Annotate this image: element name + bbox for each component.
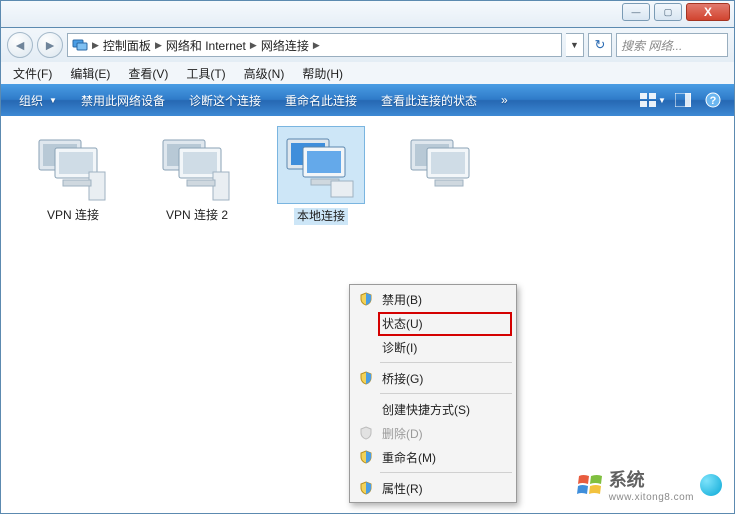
- content-area: VPN 连接 VPN 连接 2: [0, 116, 735, 514]
- close-button[interactable]: X: [686, 3, 730, 21]
- view-mode-button[interactable]: ▼: [640, 89, 666, 111]
- svg-text:?: ?: [710, 95, 717, 107]
- preview-pane-button[interactable]: [670, 89, 696, 111]
- menu-file[interactable]: 文件(F): [5, 63, 60, 84]
- connection-list: VPN 连接 VPN 连接 2: [1, 126, 734, 228]
- chevron-down-icon: ▼: [49, 96, 57, 105]
- connection-icon: [29, 126, 117, 204]
- window-controls: — ▢ X: [622, 3, 730, 21]
- connection-icon: [153, 126, 241, 204]
- connection-icon: [401, 126, 489, 204]
- ctx-label: 状态(U): [382, 315, 423, 332]
- organize-button[interactable]: 组织 ▼: [9, 88, 67, 113]
- address-row: ◄ ► ▶ 控制面板 ▶ 网络和 Internet ▶ 网络连接 ▶ ▼ ↻ 搜…: [0, 28, 735, 62]
- ctx-disable[interactable]: 禁用(B): [352, 287, 514, 311]
- nav-forward-button[interactable]: ►: [37, 32, 63, 58]
- ctx-label: 诊断(I): [382, 339, 417, 356]
- title-bar: — ▢ X: [0, 0, 735, 28]
- rename-connection-button[interactable]: 重命名此连接: [275, 88, 367, 113]
- separator: [380, 472, 512, 473]
- ctx-label: 删除(D): [382, 425, 423, 442]
- history-dropdown-button[interactable]: ▼: [566, 33, 584, 57]
- connection-label: 本地连接: [294, 208, 348, 225]
- refresh-button[interactable]: ↻: [588, 33, 612, 57]
- ctx-label: 创建快捷方式(S): [382, 401, 470, 418]
- ctx-properties[interactable]: 属性(R): [352, 476, 514, 500]
- nav-back-button[interactable]: ◄: [7, 32, 33, 58]
- menu-tools[interactable]: 工具(T): [178, 63, 233, 84]
- breadcrumb-segment[interactable]: 网络连接: [259, 37, 311, 54]
- shield-icon: [358, 449, 374, 465]
- maximize-button[interactable]: ▢: [654, 3, 682, 21]
- list-item-selected[interactable]: 本地连接: [271, 126, 371, 228]
- separator: [380, 362, 512, 363]
- ctx-label: 桥接(G): [382, 370, 423, 387]
- watermark: 系统 www.xitong8.com: [577, 466, 722, 503]
- menu-view[interactable]: 查看(V): [120, 63, 176, 84]
- menu-edit[interactable]: 编辑(E): [62, 63, 118, 84]
- network-icon: [70, 37, 90, 53]
- menu-bar: 文件(F) 编辑(E) 查看(V) 工具(T) 高级(N) 帮助(H): [0, 62, 735, 84]
- breadcrumb[interactable]: ▶ 控制面板 ▶ 网络和 Internet ▶ 网络连接 ▶: [67, 33, 562, 57]
- chevron-right-icon: ▶: [90, 40, 101, 51]
- ctx-rename[interactable]: 重命名(M): [352, 445, 514, 469]
- ctx-label: 重命名(M): [382, 449, 436, 466]
- breadcrumb-segment[interactable]: 网络和 Internet: [164, 37, 248, 54]
- logo-ball-icon: [700, 474, 722, 496]
- watermark-brand: 系统: [609, 470, 645, 490]
- minimize-button[interactable]: —: [622, 3, 650, 21]
- ctx-status[interactable]: 状态(U): [352, 311, 514, 335]
- separator: [380, 393, 512, 394]
- ctx-bridge[interactable]: 桥接(G): [352, 366, 514, 390]
- chevron-right-icon: ▶: [311, 40, 322, 51]
- shield-icon: [358, 480, 374, 496]
- more-button[interactable]: »: [491, 89, 518, 111]
- windows-logo-icon: [577, 474, 603, 496]
- search-input[interactable]: 搜索 网络...: [616, 33, 728, 57]
- list-item[interactable]: VPN 连接: [23, 126, 123, 228]
- shield-icon: [358, 425, 374, 441]
- connection-label: VPN 连接 2: [147, 208, 247, 223]
- menu-help[interactable]: 帮助(H): [294, 63, 351, 84]
- ctx-label: 禁用(B): [382, 291, 422, 308]
- chevron-right-icon: ▶: [248, 40, 259, 51]
- shield-icon: [358, 370, 374, 386]
- chevron-right-icon: ▶: [153, 40, 164, 51]
- search-placeholder: 搜索 网络...: [621, 37, 682, 54]
- context-menu: 禁用(B) 状态(U) 诊断(I) 桥接(G) 创建快捷方式(S) 删除(D) …: [349, 284, 517, 503]
- connection-label: VPN 连接: [23, 208, 123, 223]
- organize-label: 组织: [19, 92, 43, 109]
- ctx-label: 属性(R): [382, 480, 423, 497]
- disable-device-button[interactable]: 禁用此网络设备: [71, 88, 175, 113]
- ctx-create-shortcut[interactable]: 创建快捷方式(S): [352, 397, 514, 421]
- watermark-url: www.xitong8.com: [609, 492, 694, 503]
- shield-icon: [358, 291, 374, 307]
- list-item[interactable]: VPN 连接 2: [147, 126, 247, 228]
- diagnose-button[interactable]: 诊断这个连接: [179, 88, 271, 113]
- breadcrumb-segment[interactable]: 控制面板: [101, 37, 153, 54]
- command-bar: 组织 ▼ 禁用此网络设备 诊断这个连接 重命名此连接 查看此连接的状态 » ▼ ?: [0, 84, 735, 116]
- chevron-down-icon: ▼: [658, 96, 666, 105]
- ctx-delete: 删除(D): [352, 421, 514, 445]
- ctx-diagnose[interactable]: 诊断(I): [352, 335, 514, 359]
- view-status-button[interactable]: 查看此连接的状态: [371, 88, 487, 113]
- connection-icon: [277, 126, 365, 204]
- help-button[interactable]: ?: [700, 89, 726, 111]
- menu-advanced[interactable]: 高级(N): [236, 63, 293, 84]
- list-item[interactable]: [395, 126, 495, 228]
